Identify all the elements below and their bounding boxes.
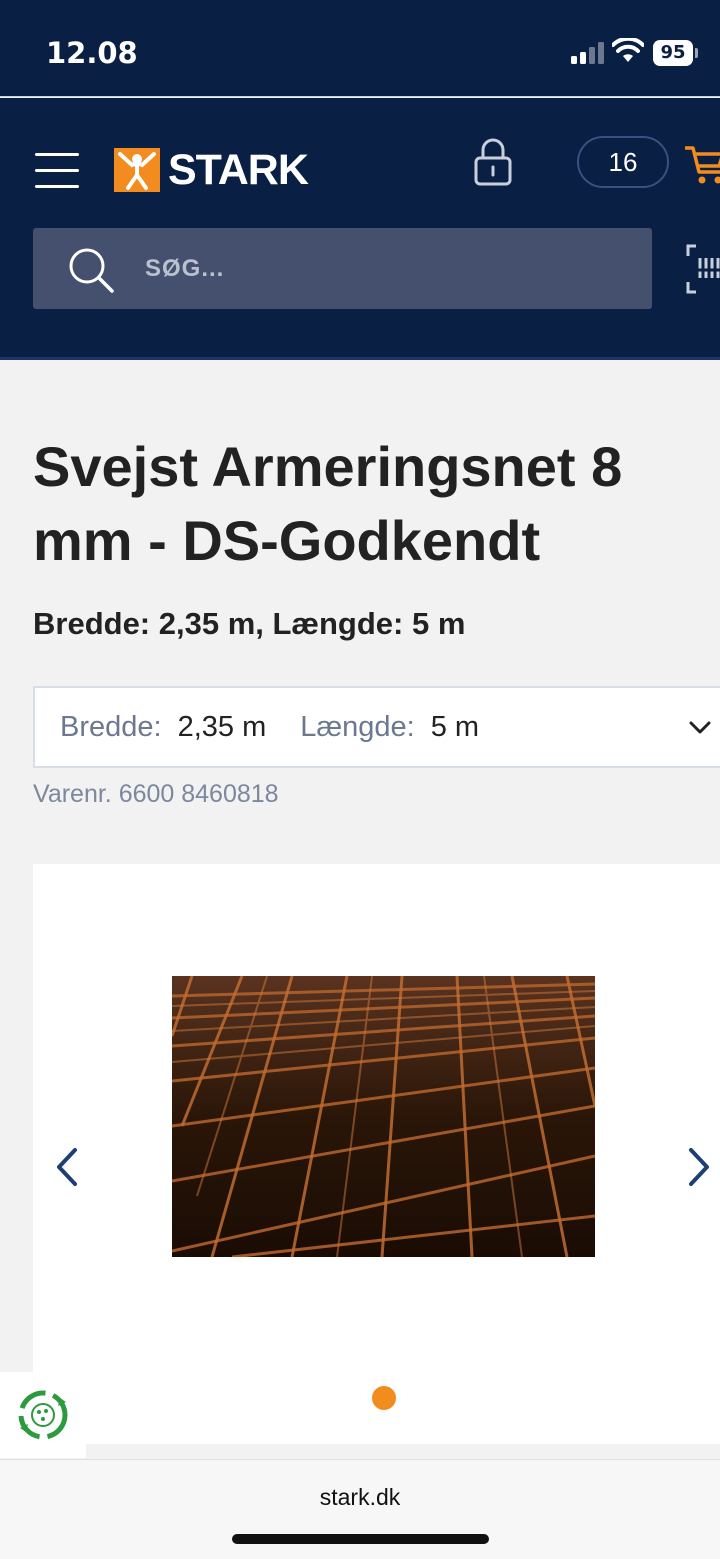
cart-icon[interactable]	[683, 142, 720, 186]
cart-count-badge[interactable]: 16	[577, 136, 669, 188]
menu-icon[interactable]	[35, 153, 79, 189]
variant-select[interactable]: Bredde: 2,35 m Længde: 5 m	[33, 686, 720, 768]
barcode-scan-icon[interactable]	[684, 244, 720, 294]
length-label: Længde:	[300, 710, 415, 743]
site-header: STARK 16 SØG...	[0, 98, 720, 360]
product-image-rebar-mesh[interactable]	[172, 976, 595, 1257]
home-indicator[interactable]	[232, 1534, 489, 1544]
product-subtitle: Bredde: 2,35 m, Længde: 5 m	[33, 606, 466, 641]
battery-icon: 95	[653, 40, 699, 66]
cellular-signal-icon	[571, 42, 604, 64]
search-icon	[69, 248, 114, 293]
product-title: Svejst Armeringsnet 8 mm - DS-Godkendt	[33, 435, 623, 572]
search-bar[interactable]: SØG...	[33, 228, 652, 309]
battery-level: 95	[653, 40, 693, 66]
width-label: Bredde:	[60, 710, 162, 743]
browser-bar: stark.dk	[0, 1459, 720, 1559]
length-value: 5 m	[430, 710, 480, 743]
image-gallery	[33, 864, 720, 1444]
status-time: 12.08	[46, 36, 138, 70]
chevron-right-icon[interactable]	[683, 1146, 715, 1188]
gallery-dot-active[interactable]	[372, 1386, 396, 1410]
search-input[interactable]: SØG...	[145, 228, 224, 309]
status-bar: 12.08 95	[0, 0, 720, 97]
chevron-down-icon	[689, 721, 711, 734]
chevron-left-icon[interactable]	[51, 1146, 83, 1188]
product-sku: Varenr. 6600 8460818	[33, 780, 279, 808]
recycle-badge-icon[interactable]	[0, 1372, 86, 1458]
width-value: 2,35 m	[177, 710, 267, 743]
url-label[interactable]: stark.dk	[0, 1484, 720, 1511]
wifi-icon	[612, 38, 644, 62]
brand-name: STARK	[168, 145, 309, 194]
lock-icon[interactable]	[472, 136, 514, 186]
stark-logo[interactable]: STARK	[114, 145, 309, 194]
logo-mark-icon	[114, 148, 160, 192]
